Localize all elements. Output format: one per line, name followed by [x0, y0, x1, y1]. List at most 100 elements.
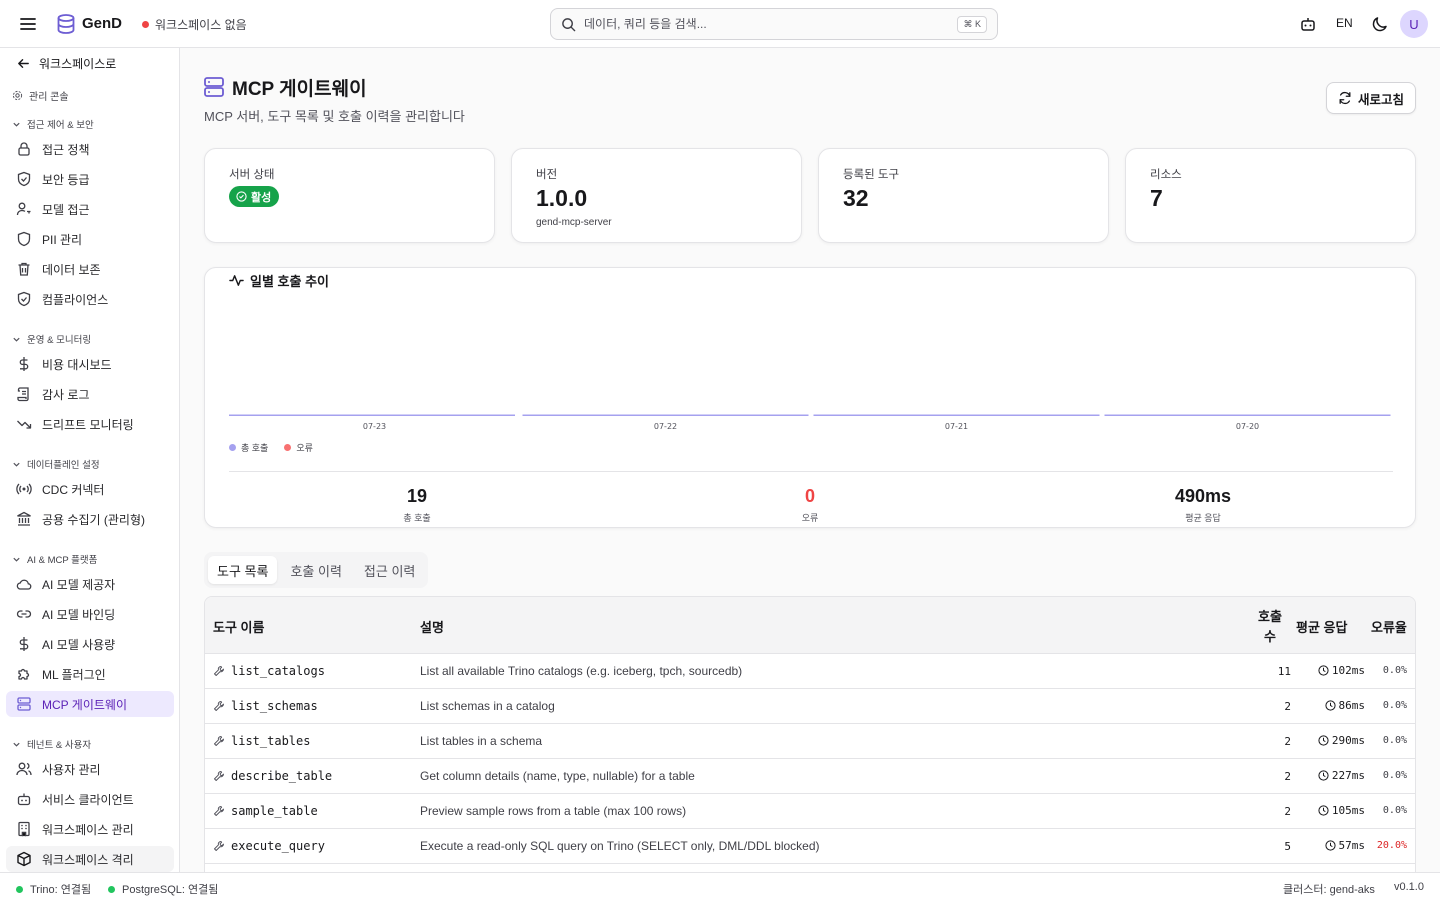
- sidebar-item-security-level[interactable]: 보안 등급: [6, 166, 174, 192]
- table-row[interactable]: list_catalogs List all available Trino ca…: [205, 654, 1415, 689]
- server-icon: [204, 77, 224, 97]
- avg-response-value: 227ms: [1331, 769, 1365, 782]
- col-error-rate[interactable]: 오류율: [1371, 617, 1407, 636]
- tool-error-rate: 0.0%: [1382, 805, 1407, 816]
- page-title: MCP 게이트웨이: [232, 79, 367, 100]
- sidebar-item-compliance[interactable]: 컴플라이언스: [6, 286, 174, 312]
- tool-name-cell: describe_table: [213, 769, 332, 783]
- legend-total-label: 총 호출: [241, 443, 269, 453]
- tool-name: describe_table: [231, 769, 333, 783]
- sidebar-item-ai-model-usage[interactable]: AI 모델 사용량: [6, 631, 174, 657]
- col-avg-response[interactable]: 평균 응답: [1296, 617, 1347, 636]
- col-tool-name[interactable]: 도구 이름: [213, 617, 264, 636]
- tab-access-history[interactable]: 접근 이력: [355, 556, 424, 584]
- sidebar-item-label: 감사 로그: [42, 387, 90, 402]
- summary-errors-value: 0: [804, 486, 815, 506]
- trino-status-dot: [16, 885, 23, 893]
- col-calls[interactable]: 호출 수: [1249, 607, 1291, 647]
- arrow-left-icon: [18, 59, 29, 68]
- language-toggle[interactable]: EN: [1336, 16, 1353, 30]
- clock-icon: [1324, 840, 1336, 851]
- sidebar-item-service-client[interactable]: 서비스 클라이언트: [6, 786, 174, 812]
- sidebar-item-ml-plugin[interactable]: ML 플러그인: [6, 661, 174, 687]
- workspace-selector[interactable]: 워크스페이스 없음: [142, 16, 247, 33]
- sidebar-item-label: 컴플라이언스: [42, 292, 109, 307]
- dollar-icon: [19, 357, 29, 371]
- group-dataplane-settings[interactable]: 데이터플레인 설정: [12, 457, 100, 471]
- sidebar-item-label: MCP 게이트웨이: [42, 697, 127, 712]
- tool-calls: 5: [1284, 840, 1291, 853]
- status-badge-text: 활성: [251, 191, 272, 204]
- shield-check-icon: [17, 171, 31, 187]
- group-operations-monitoring[interactable]: 운영 & 모니터링: [12, 332, 91, 346]
- sidebar-item-access-policy[interactable]: 접근 정책: [6, 136, 174, 162]
- postgres-status-text: PostgreSQL: 연결됨: [122, 884, 219, 896]
- avg-response-value: 102ms: [1331, 664, 1365, 677]
- chevron-down-icon: [13, 742, 20, 747]
- search-input[interactable]: [584, 17, 958, 31]
- global-search[interactable]: ⌘ K: [550, 8, 998, 40]
- bot-icon[interactable]: [1298, 14, 1318, 34]
- sidebar-item-cost-dashboard[interactable]: 비용 대시보드: [6, 351, 174, 377]
- postgres-status: PostgreSQL: 연결됨: [108, 881, 218, 897]
- sidebar-item-ai-model-binding[interactable]: AI 모델 바인딩: [6, 601, 174, 627]
- moon-icon[interactable]: [1370, 14, 1390, 34]
- chart-bar-total[interactable]: [813, 414, 1100, 417]
- tab-tool-list[interactable]: 도구 목록: [208, 556, 278, 584]
- search-icon: [562, 17, 576, 31]
- sidebar-item-workspace-isolation[interactable]: 워크스페이스 격리: [6, 846, 174, 872]
- tool-avg-response: 86ms: [1295, 699, 1365, 712]
- box-icon: [17, 851, 31, 867]
- table-row[interactable]: describe_table Get column details (name, …: [205, 759, 1415, 794]
- summary-total-value: 19: [406, 486, 428, 506]
- main-content: MCP 게이트웨이 MCP 서버, 도구 목록 및 호출 이력을 관리합니다 새…: [180, 48, 1440, 872]
- tool-name-cell: sample_table: [213, 804, 318, 818]
- tool-description: Preview sample rows from a table (max 10…: [420, 804, 687, 818]
- sidebar-item-pii[interactable]: PII 관리: [6, 226, 174, 252]
- menu-icon[interactable]: [18, 14, 38, 34]
- chart-bar-total[interactable]: [1104, 414, 1391, 417]
- x-tick-label: 07-20: [1236, 422, 1259, 431]
- sidebar-item-audit-log[interactable]: 감사 로그: [6, 381, 174, 407]
- table-row[interactable]: list_tables List tables in a schema 2 290ms…: [205, 724, 1415, 759]
- wrench-icon: [214, 841, 224, 851]
- sidebar-item-data-retention[interactable]: 데이터 보존: [6, 256, 174, 282]
- sidebar-item-mcp-gateway[interactable]: MCP 게이트웨이: [6, 691, 174, 717]
- card-label: 리소스: [1150, 169, 1182, 181]
- sidebar-item-ai-model-provider[interactable]: AI 모델 제공자: [6, 571, 174, 597]
- chart-bar-total[interactable]: [522, 414, 809, 417]
- trino-status: Trino: 연결됨: [16, 881, 91, 897]
- back-to-workspace[interactable]: 워크스페이스로: [16, 55, 116, 72]
- summary-errors: 0 오류: [710, 486, 910, 524]
- table-row[interactable]: execute_query Execute a read-only SQL que…: [205, 829, 1415, 864]
- table-row[interactable]: list_schemas List schemas in a catalog 2 86…: [205, 689, 1415, 724]
- chart-bar-total[interactable]: [229, 414, 515, 417]
- radio-signal-icon: [16, 483, 32, 495]
- landmark-icon: [17, 511, 31, 526]
- sidebar-item-workspace-management[interactable]: 워크스페이스 관리: [6, 816, 174, 842]
- sidebar-item-drift-monitoring[interactable]: 드리프트 모니터링: [6, 411, 174, 437]
- avg-response-value: 86ms: [1338, 699, 1366, 712]
- group-ai-mcp-platform[interactable]: AI & MCP 플랫폼: [12, 552, 97, 566]
- resources-count: 7: [1150, 185, 1163, 211]
- brand-name[interactable]: GenD: [82, 15, 122, 32]
- group-access-security[interactable]: 접근 제어 & 보안: [12, 117, 94, 131]
- chevron-down-icon: [13, 557, 20, 562]
- x-tick-label: 07-22: [654, 422, 677, 431]
- group-tenant-user[interactable]: 테넌트 & 사용자: [12, 737, 91, 751]
- sidebar-item-model-access[interactable]: 모델 접근: [6, 196, 174, 222]
- sidebar-item-label: CDC 커넥터: [42, 482, 105, 497]
- wrench-icon: [214, 666, 224, 676]
- tab-call-history[interactable]: 호출 이력: [281, 556, 350, 584]
- sidebar-item-cdc-connector[interactable]: CDC 커넥터: [6, 476, 174, 502]
- registered-tools-card: 등록된 도구 32: [818, 148, 1109, 243]
- user-avatar[interactable]: U: [1400, 10, 1428, 38]
- users-icon: [16, 762, 32, 776]
- col-description[interactable]: 설명: [420, 617, 444, 636]
- sidebar-item-user-management[interactable]: 사용자 관리: [6, 756, 174, 782]
- table-row[interactable]: sample_table Preview sample rows from a t…: [205, 794, 1415, 829]
- sidebar-item-shared-collector[interactable]: 공용 수집기 (관리형): [6, 506, 174, 532]
- refresh-button[interactable]: 새로고침: [1326, 82, 1416, 114]
- tool-avg-response: 102ms: [1295, 664, 1365, 677]
- sidebar-item-label: 워크스페이스 관리: [42, 822, 134, 837]
